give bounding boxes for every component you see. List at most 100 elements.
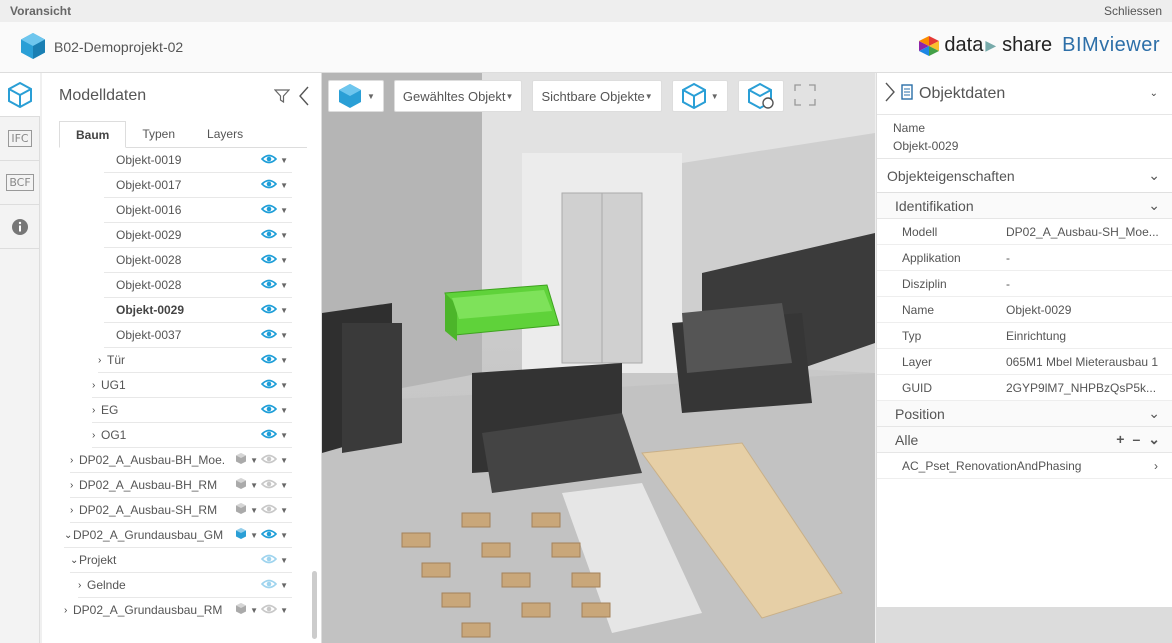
visibility-eye-icon[interactable] xyxy=(260,478,278,492)
tree-row[interactable]: › OG1 ▼ xyxy=(92,423,292,448)
chevron-down-icon[interactable]: ▼ xyxy=(280,256,288,265)
chevron-down-icon[interactable]: ⌄ xyxy=(1148,431,1160,448)
chevron-down-icon[interactable]: ▼ xyxy=(250,456,258,465)
visibility-eye-icon[interactable] xyxy=(260,153,278,167)
visibility-eye-icon[interactable] xyxy=(260,328,278,342)
nav-info-button[interactable] xyxy=(0,205,40,249)
3d-viewport[interactable]: GrundstückGelndeGebäudeA_Demo-Modell-02G… xyxy=(322,73,875,643)
visibility-eye-icon[interactable] xyxy=(260,403,278,417)
tab-layers[interactable]: Layers xyxy=(191,121,259,148)
visibility-eye-icon[interactable] xyxy=(260,228,278,242)
tree-row[interactable]: › EG ▼ xyxy=(92,398,292,423)
expand-chevron-icon[interactable]: ⌄ xyxy=(64,530,72,541)
view-cube-dropdown[interactable]: ▼ xyxy=(328,80,384,112)
tree-row[interactable]: › Tür ▼ xyxy=(98,348,292,373)
group-position-header[interactable]: Position ⌄ xyxy=(877,401,1172,427)
tree-row[interactable]: Objekt-0028 ▼ xyxy=(104,248,292,273)
visibility-eye-icon[interactable] xyxy=(260,303,278,317)
chevron-down-icon[interactable]: ▼ xyxy=(250,531,258,540)
visibility-eye-icon[interactable] xyxy=(260,578,278,592)
expand-chevron-icon[interactable]: ⌄ xyxy=(70,555,78,566)
tree-row[interactable]: › DP02_A_Ausbau-BH_RM ▼ ▼ xyxy=(70,473,292,498)
chevron-down-icon[interactable]: ▼ xyxy=(280,456,288,465)
tree-row[interactable]: Objekt-0017 ▼ xyxy=(104,173,292,198)
chevron-down-icon[interactable]: ▼ xyxy=(280,356,288,365)
chevron-down-icon[interactable]: ▼ xyxy=(250,506,258,515)
tree-row[interactable]: ⌄ DP02_A_Grundausbau_GM ▼ ▼ xyxy=(64,523,292,548)
chevron-down-icon[interactable]: ⌄ xyxy=(1150,88,1158,99)
chevron-down-icon[interactable]: ▼ xyxy=(280,406,288,415)
visibility-eye-icon[interactable] xyxy=(260,528,278,542)
expand-chevron-icon[interactable]: › xyxy=(92,405,100,416)
expand-panel-icon[interactable] xyxy=(885,82,895,105)
visibility-eye-icon[interactable] xyxy=(260,378,278,392)
tree-row[interactable]: › DP02_A_Grundausbau_RM ▼ ▼ xyxy=(64,598,292,620)
tree-row[interactable]: Objekt-0029 ▼ xyxy=(104,223,292,248)
tree-row[interactable]: Objekt-0029 ▼ xyxy=(104,298,292,323)
chevron-down-icon[interactable]: ▼ xyxy=(280,206,288,215)
object-properties-section[interactable]: Objekteigenschaften ⌄ xyxy=(877,159,1172,193)
visibility-eye-icon[interactable] xyxy=(260,453,278,467)
chevron-down-icon[interactable]: ▼ xyxy=(280,606,288,615)
pset-row[interactable]: AC_Pset_RenovationAndPhasing › xyxy=(877,453,1172,479)
tree-row[interactable]: Objekt-0019 ▼ xyxy=(104,148,292,173)
visibility-eye-icon[interactable] xyxy=(260,178,278,192)
expand-chevron-icon[interactable]: › xyxy=(70,505,78,516)
expand-chevron-icon[interactable]: › xyxy=(98,355,106,366)
expand-chevron-icon[interactable]: › xyxy=(92,380,100,391)
tree-row[interactable]: › Gelnde ▼ xyxy=(78,573,292,598)
visibility-eye-icon[interactable] xyxy=(260,253,278,267)
nav-bcf-button[interactable]: BCF xyxy=(0,161,40,205)
expand-chevron-icon[interactable]: › xyxy=(70,455,78,466)
chevron-down-icon[interactable]: ▼ xyxy=(280,506,288,515)
visible-objects-dropdown[interactable]: Sichtbare Objekte ▼ xyxy=(532,80,662,112)
close-link[interactable]: Schliessen xyxy=(1104,4,1162,18)
chevron-down-icon[interactable]: ▼ xyxy=(280,431,288,440)
plus-icon[interactable]: + xyxy=(1116,431,1124,448)
chevron-down-icon[interactable]: ▼ xyxy=(280,481,288,490)
chevron-down-icon[interactable]: ▼ xyxy=(250,606,258,615)
tab-baum[interactable]: Baum xyxy=(59,121,127,148)
model-box-icon[interactable] xyxy=(235,527,247,543)
expand-chevron-icon[interactable]: › xyxy=(64,605,72,616)
visibility-eye-icon[interactable] xyxy=(260,353,278,367)
tab-typen[interactable]: Typen xyxy=(126,121,191,148)
filter-icon[interactable] xyxy=(273,89,291,106)
chevron-down-icon[interactable]: ▼ xyxy=(280,556,288,565)
visibility-eye-icon[interactable] xyxy=(260,203,278,217)
tree-row[interactable]: Objekt-0016 ▼ xyxy=(104,198,292,223)
chevron-down-icon[interactable]: ▼ xyxy=(280,331,288,340)
chevron-down-icon[interactable]: ▼ xyxy=(280,581,288,590)
expand-chevron-icon[interactable]: › xyxy=(78,580,86,591)
visibility-eye-icon[interactable] xyxy=(260,503,278,517)
collapse-panel-icon[interactable] xyxy=(298,86,310,109)
model-box-icon[interactable] xyxy=(235,502,247,518)
group-identification-header[interactable]: Identifikation ⌄ xyxy=(877,193,1172,219)
expand-chevron-icon[interactable]: › xyxy=(92,430,100,441)
chevron-down-icon[interactable]: ▼ xyxy=(280,531,288,540)
visibility-eye-icon[interactable] xyxy=(260,428,278,442)
model-box-icon[interactable] xyxy=(235,452,247,468)
nav-model-button[interactable] xyxy=(0,73,40,117)
expand-chevron-icon[interactable]: › xyxy=(70,480,78,491)
reset-view-button[interactable] xyxy=(737,80,784,112)
tree-row[interactable]: Objekt-0028 ▼ xyxy=(104,273,292,298)
chevron-down-icon[interactable]: ▼ xyxy=(280,306,288,315)
chevron-down-icon[interactable]: ▼ xyxy=(250,481,258,490)
chevron-down-icon[interactable]: ▼ xyxy=(280,231,288,240)
view-mode-dropdown[interactable]: ▼ xyxy=(671,80,728,112)
visibility-eye-icon[interactable] xyxy=(260,553,278,567)
chevron-down-icon[interactable]: ▼ xyxy=(280,381,288,390)
selected-object-dropdown[interactable]: Gewähltes Objekt ▼ xyxy=(393,80,523,112)
tree-scrollbar[interactable] xyxy=(312,571,317,639)
model-box-icon[interactable] xyxy=(235,602,247,618)
tree-row[interactable]: Objekt-0037 ▼ xyxy=(104,323,292,348)
tree-row[interactable]: › DP02_A_Ausbau-BH_Moe. ▼ ▼ xyxy=(70,448,292,473)
visibility-eye-icon[interactable] xyxy=(260,603,278,617)
minus-icon[interactable]: – xyxy=(1132,431,1140,448)
chevron-down-icon[interactable]: ▼ xyxy=(280,181,288,190)
chevron-down-icon[interactable]: ▼ xyxy=(280,156,288,165)
visibility-eye-icon[interactable] xyxy=(260,278,278,292)
chevron-down-icon[interactable]: ▼ xyxy=(280,281,288,290)
tree-row[interactable]: › DP02_A_Ausbau-SH_RM ▼ ▼ xyxy=(70,498,292,523)
